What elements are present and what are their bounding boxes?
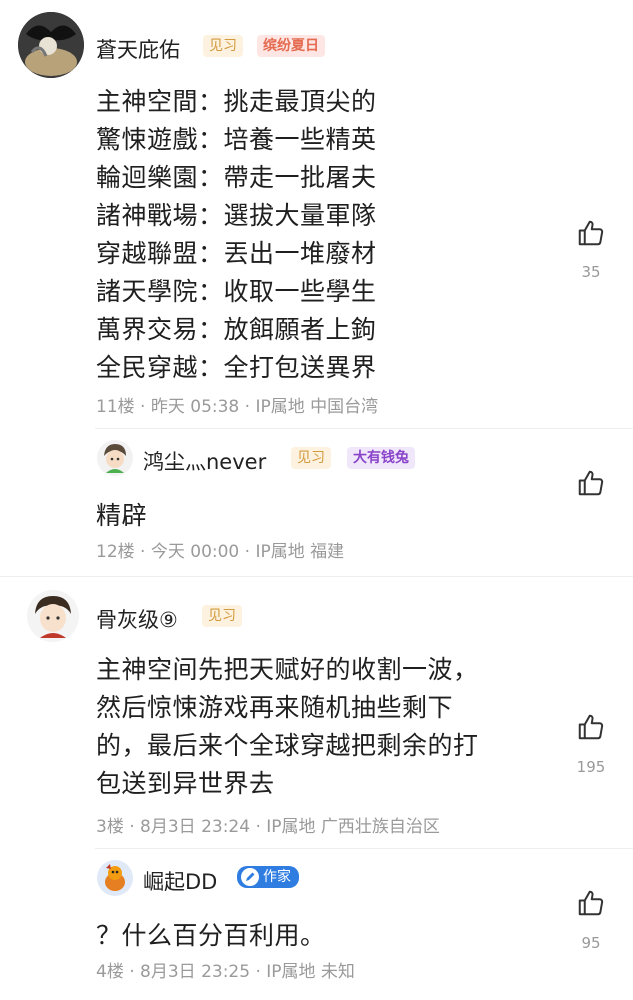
- comment-text-line: 然后惊悚游戏再来随机抽些剩下: [96, 693, 454, 722]
- comment-text-line: 諸天學院：收取一些學生: [96, 277, 377, 306]
- like-button[interactable]: [571, 712, 611, 746]
- level-badge: 见习: [203, 35, 243, 57]
- author-badge: 作家: [237, 866, 299, 888]
- like-button[interactable]: [571, 218, 611, 252]
- thumbs-up-icon: [576, 220, 606, 252]
- comment-text-line: 輪迴樂園：帶走一批屠夫: [96, 163, 377, 192]
- comment-meta: 3楼 · 8月3日 23:24 · IP属地 广西壮族自治区: [96, 817, 440, 837]
- comment-text-line: 主神空間：挑走最頂尖的: [96, 87, 377, 116]
- divider: [95, 428, 633, 429]
- level-badge: 见习: [202, 605, 242, 627]
- divider: [95, 848, 633, 849]
- comment-text-line: ？什么百分百利用。: [96, 921, 326, 950]
- divider: [0, 576, 633, 577]
- comment-text-line: 的，最后来个全球穿越把剩余的打: [96, 731, 479, 760]
- comment-text-line: 驚悚遊戲：培養一些精英: [96, 125, 377, 154]
- comment-text-line: 諸神戰場：選拔大量軍隊: [96, 201, 377, 230]
- avatar[interactable]: [27, 590, 79, 642]
- comment-text-line: 全民穿越：全打包送異界: [96, 353, 377, 382]
- avatar[interactable]: [97, 440, 133, 476]
- username[interactable]: 骨灰级⑨: [96, 604, 178, 634]
- author-badge-label: 作家: [263, 869, 291, 885]
- comment-meta: 11楼 · 昨天 05:38 · IP属地 中国台湾: [96, 397, 379, 417]
- like-count: 195: [576, 758, 606, 776]
- comment-text-line: 穿越聯盟：丟出一堆廢材: [96, 239, 377, 268]
- username[interactable]: 蒼天庇佑: [96, 34, 180, 64]
- avatar[interactable]: [97, 860, 133, 896]
- like-count: 35: [581, 263, 601, 281]
- level-badge: 见习: [291, 447, 331, 469]
- like-count: 95: [581, 934, 601, 952]
- comment-text-line: 萬界交易：放餌願者上鉤: [96, 315, 377, 344]
- avatar[interactable]: [18, 12, 84, 78]
- comment-meta: 4楼 · 8月3日 23:25 · IP属地 未知: [96, 962, 355, 982]
- thumbs-up-icon: [576, 714, 606, 746]
- comment-meta: 12楼 · 今天 00:00 · IP属地 福建: [96, 542, 345, 562]
- thumbs-up-icon: [576, 470, 606, 502]
- comment-text-line: 主神空间先把天赋好的收割一波，: [96, 655, 479, 684]
- comment-text-line: 精辟: [96, 501, 148, 530]
- event-badge: 缤纷夏日: [257, 35, 325, 57]
- username[interactable]: 鸿尘灬never: [143, 446, 266, 476]
- username[interactable]: 崛起DD: [143, 866, 217, 896]
- event-badge: 大有钱兔: [347, 447, 415, 469]
- like-button[interactable]: [571, 468, 611, 502]
- pen-icon: [241, 868, 259, 886]
- thumbs-up-icon: [576, 890, 606, 922]
- like-button[interactable]: [571, 888, 611, 922]
- comment-text-line: 包送到异世界去: [96, 769, 275, 798]
